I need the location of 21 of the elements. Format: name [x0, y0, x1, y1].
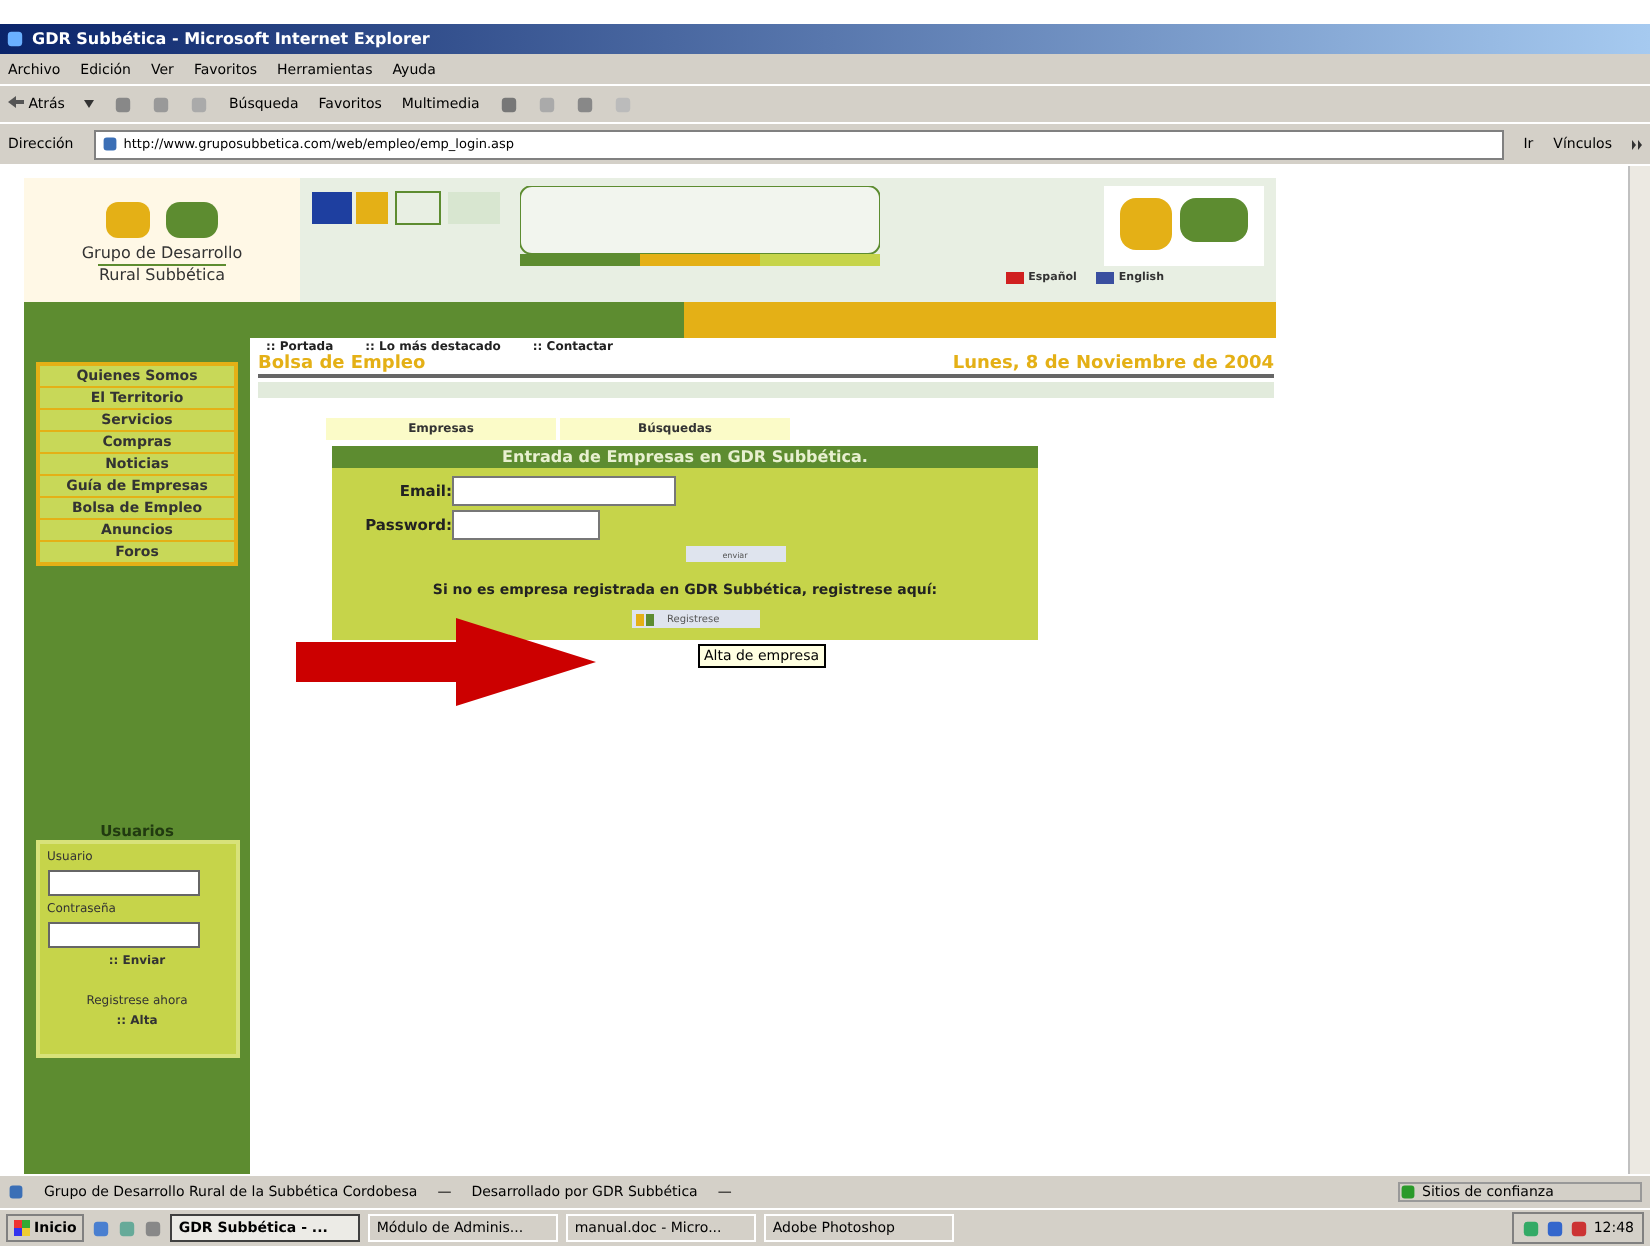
- section-title: Bolsa de Empleo: [258, 354, 426, 374]
- date-text: Lunes, 8 de Noviembre de 2004: [952, 354, 1274, 374]
- eu-flag-icon: [312, 192, 352, 224]
- back-arrow-icon: [8, 96, 24, 108]
- flag-icon: [1006, 272, 1025, 284]
- arrow-icon: [296, 618, 596, 706]
- logo-icon: [1104, 186, 1264, 266]
- flag-icon: [1096, 272, 1115, 284]
- windows-logo-icon: [14, 1220, 30, 1236]
- panel-title: Entrada de Empresas en GDR Subbética.: [332, 446, 1038, 468]
- chevron-icon[interactable]: [1632, 139, 1642, 149]
- dropdown-caret-icon[interactable]: [84, 100, 95, 108]
- password-field[interactable]: [47, 922, 199, 948]
- email-field[interactable]: [452, 476, 676, 506]
- logo-text: Grupo de Desarrollo: [81, 243, 243, 261]
- logo-text: Rural Subbética: [98, 263, 226, 283]
- logo-icon: [635, 613, 655, 625]
- window-title: GDR Subbética - Microsoft Internet Explorer: [0, 24, 1650, 54]
- scrollbar[interactable]: [1628, 166, 1650, 1174]
- user-field[interactable]: [47, 870, 199, 896]
- password-field[interactable]: [452, 510, 600, 540]
